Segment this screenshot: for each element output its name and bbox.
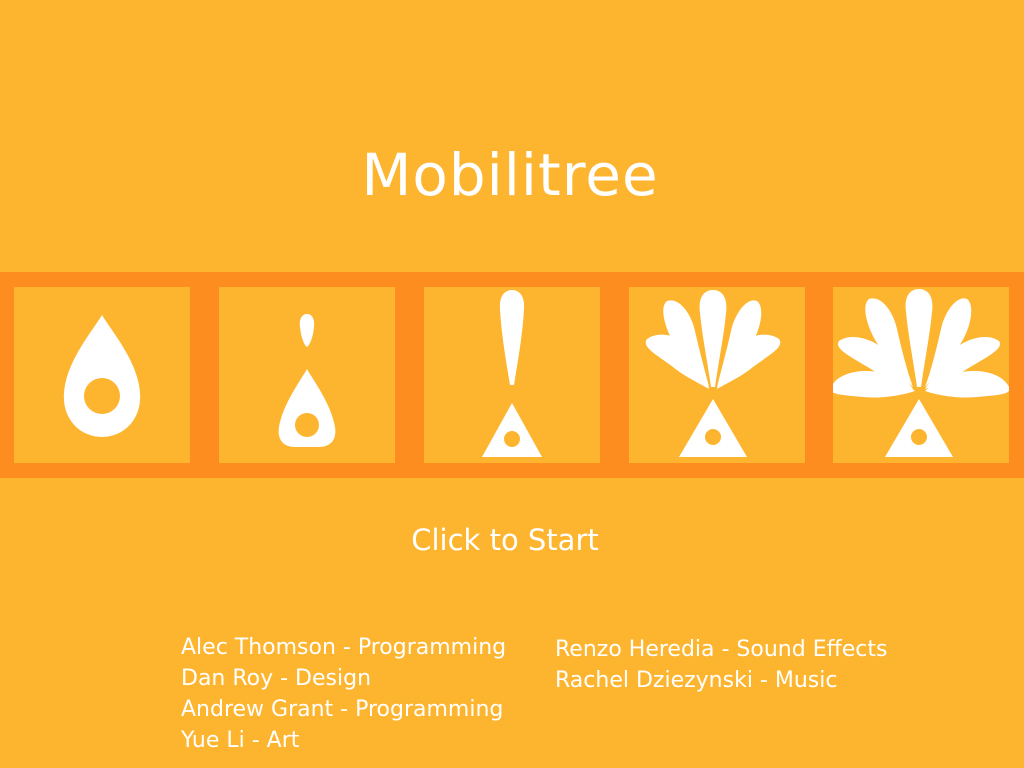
small-tree-icon [645, 290, 781, 457]
credit-line: Alec Thomson - Programming [181, 635, 507, 660]
credit-line: Renzo Heredia - Sound Effects [555, 637, 888, 662]
credit-line: Rachel Dziezynski - Music [555, 668, 838, 693]
seed-icon [63, 315, 141, 437]
stem-icon [482, 290, 542, 457]
title-screen: Mobilitree Click to Start Alec Thomson -… [0, 0, 1024, 768]
sprout-icon [278, 314, 336, 447]
stage-tile-full-tree [833, 287, 1009, 463]
credit-line: Dan Roy - Design [181, 666, 372, 691]
credit-line: Andrew Grant - Programming [181, 697, 504, 722]
full-tree-icon [833, 289, 1009, 457]
stage-tile-stem [424, 287, 600, 463]
stage-tile-small-tree [629, 287, 805, 463]
stage-tile-sprout [219, 287, 395, 463]
game-title: Mobilitree [361, 141, 659, 209]
click-to-start-button[interactable]: Click to Start [0, 520, 1010, 560]
credit-line: Yue Li - Art [181, 728, 300, 753]
stage-tile-seed [14, 287, 190, 463]
